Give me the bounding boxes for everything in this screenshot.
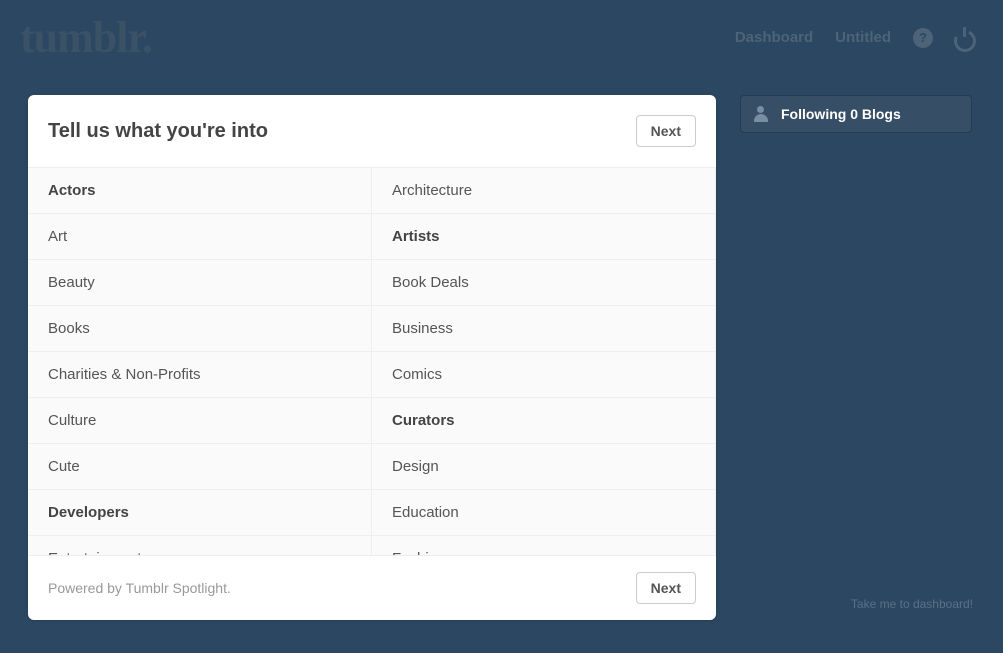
- category-item[interactable]: Cute: [28, 444, 372, 490]
- sidebar: Following 0 Blogs: [740, 95, 972, 133]
- take-me-to-dashboard-link[interactable]: Take me to dashboard!: [851, 597, 973, 611]
- category-item[interactable]: Actors: [28, 168, 372, 214]
- following-text: Following 0 Blogs: [781, 106, 901, 122]
- category-item[interactable]: Books: [28, 306, 372, 352]
- card-header: Tell us what you're into Next: [28, 95, 716, 167]
- nav-dashboard[interactable]: Dashboard: [735, 29, 813, 46]
- help-icon[interactable]: ?: [913, 28, 933, 48]
- next-button-top[interactable]: Next: [636, 115, 696, 147]
- nav-untitled[interactable]: Untitled: [835, 29, 891, 46]
- category-item[interactable]: Beauty: [28, 260, 372, 306]
- footer-text: Powered by Tumblr Spotlight.: [48, 580, 231, 596]
- header: tumblr. Dashboard Untitled ?: [0, 0, 1003, 75]
- categories-scroll[interactable]: ActorsArchitectureArtArtistsBeautyBook D…: [28, 167, 716, 555]
- category-item[interactable]: Fashion: [372, 536, 716, 555]
- category-item[interactable]: Architecture: [372, 168, 716, 214]
- power-icon[interactable]: [955, 29, 973, 47]
- category-item[interactable]: Entertainment: [28, 536, 372, 555]
- category-item[interactable]: Comics: [372, 352, 716, 398]
- next-button-bottom[interactable]: Next: [636, 572, 696, 604]
- main-area: Tell us what you're into Next ActorsArch…: [0, 75, 1003, 620]
- category-item[interactable]: Artists: [372, 214, 716, 260]
- onboarding-card: Tell us what you're into Next ActorsArch…: [28, 95, 716, 620]
- category-item[interactable]: Curators: [372, 398, 716, 444]
- category-item[interactable]: Business: [372, 306, 716, 352]
- card-footer: Powered by Tumblr Spotlight. Next: [28, 555, 716, 620]
- category-item[interactable]: Design: [372, 444, 716, 490]
- category-item[interactable]: Book Deals: [372, 260, 716, 306]
- logo[interactable]: tumblr.: [20, 12, 152, 63]
- category-item[interactable]: Education: [372, 490, 716, 536]
- header-nav: Dashboard Untitled ?: [735, 28, 973, 48]
- card-title: Tell us what you're into: [48, 120, 268, 143]
- person-icon: [753, 106, 769, 122]
- category-item[interactable]: Developers: [28, 490, 372, 536]
- category-item[interactable]: Charities & Non-Profits: [28, 352, 372, 398]
- following-box[interactable]: Following 0 Blogs: [740, 95, 972, 133]
- category-item[interactable]: Culture: [28, 398, 372, 444]
- categories-grid: ActorsArchitectureArtArtistsBeautyBook D…: [28, 168, 716, 555]
- category-item[interactable]: Art: [28, 214, 372, 260]
